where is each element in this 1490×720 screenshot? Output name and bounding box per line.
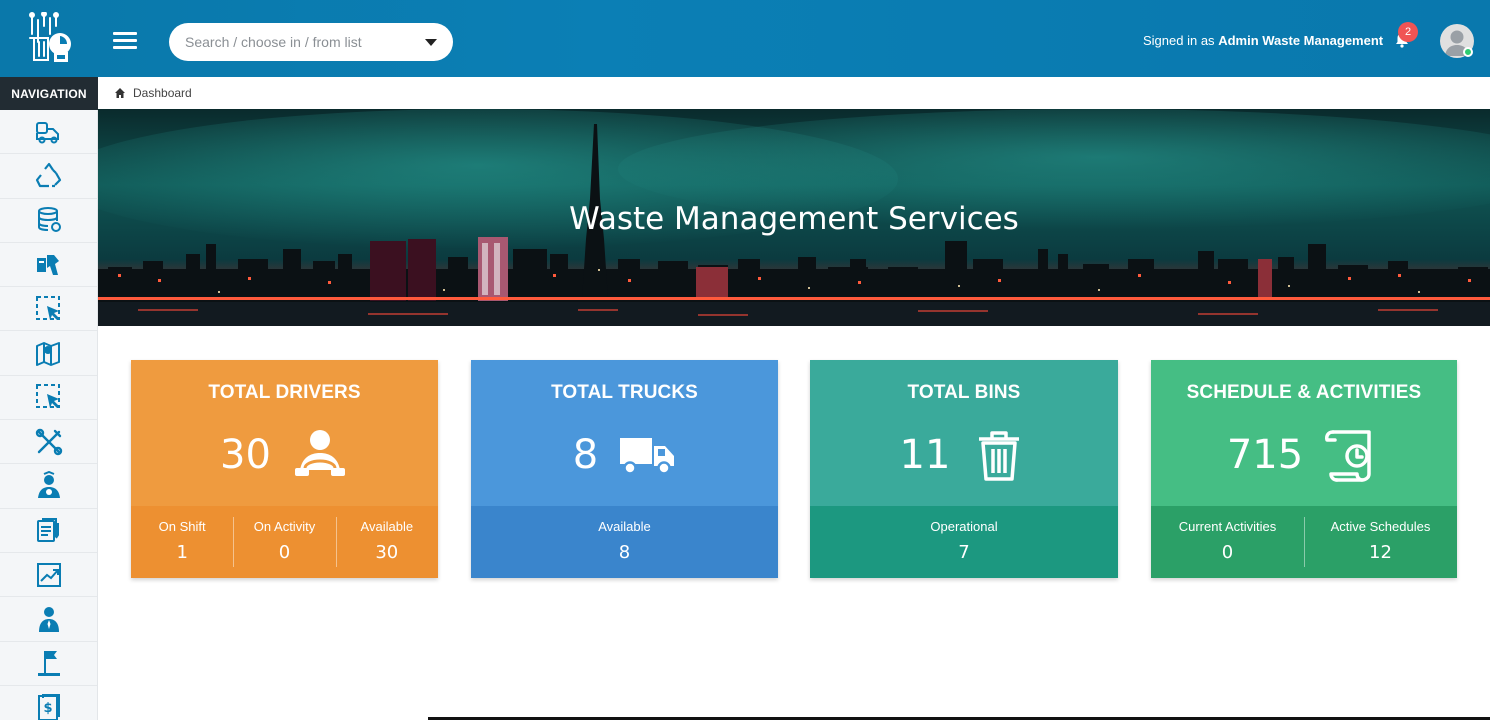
stat-value: 8: [618, 542, 631, 563]
total-drivers-card[interactable]: TOTAL DRIVERS 30 On Shift 1 On Activity …: [131, 360, 438, 578]
signed-in-text: Signed in as Admin Waste Management: [1143, 33, 1383, 48]
stat-value: 0: [278, 542, 291, 563]
sidebar-item-reports[interactable]: [0, 509, 97, 553]
stat-value: 30: [375, 542, 399, 563]
total-trucks-card[interactable]: TOTAL TRUCKS 8 Available 8: [471, 360, 778, 578]
stat-on-activity: On Activity 0: [233, 506, 335, 578]
sidebar-item-selection-2[interactable]: [0, 376, 97, 421]
chevron-down-icon[interactable]: [425, 38, 437, 46]
stat-value: 12: [1369, 542, 1392, 563]
stat-value: 0: [1221, 542, 1234, 563]
card-title: TOTAL BINS: [907, 382, 1021, 403]
total-drivers-count: 30: [220, 432, 271, 478]
stat-operational: Operational 7: [810, 506, 1118, 578]
stat-label: On Shift: [158, 519, 206, 534]
truck-bins-icon: [36, 121, 59, 144]
stat-active-schedules: Active Schedules 12: [1304, 506, 1457, 578]
selection-pointer-icon: [36, 295, 60, 320]
driver-steering-icon: [294, 430, 345, 477]
report-document-icon: [37, 518, 59, 543]
pickup-icon: [37, 254, 59, 275]
database-icon: [38, 207, 61, 233]
stat-label: Operational: [930, 519, 998, 534]
sidebar-item-locations[interactable]: [0, 642, 97, 686]
sidebar-item-tools[interactable]: [0, 420, 97, 465]
search-box[interactable]: [169, 23, 453, 61]
stat-value: 7: [958, 542, 970, 563]
schedule-activities-card[interactable]: SCHEDULE & ACTIVITIES 715 Current Activi…: [1151, 360, 1457, 578]
hero-banner: Waste Management Services: [98, 109, 1490, 326]
stat-label: Available: [598, 519, 651, 534]
stat-current-activities: Current Activities 0: [1151, 506, 1304, 578]
signed-in-prefix: Signed in as: [1143, 33, 1215, 48]
online-status-dot: [1463, 47, 1473, 57]
sidebar-item-pickup[interactable]: [0, 243, 97, 288]
sidebar: $: [0, 110, 98, 720]
notification-badge[interactable]: 2: [1398, 22, 1418, 42]
invoice-dollar-icon: $: [38, 693, 60, 720]
total-bins-card[interactable]: TOTAL BINS 11 Operational 7: [810, 360, 1118, 578]
schedule-activities-count: 715: [1226, 432, 1304, 478]
card-title: SCHEDULE & ACTIVITIES: [1186, 382, 1422, 403]
total-bins-count: 11: [899, 432, 951, 478]
stat-label: Active Schedules: [1330, 519, 1431, 534]
stat-available: Available 30: [335, 506, 438, 578]
person-icon: [39, 606, 59, 632]
chart-trend-icon: [37, 562, 61, 587]
breadcrumb: Dashboard: [98, 77, 1490, 109]
stat-label: Available: [360, 519, 414, 534]
flag-marker-icon: [38, 651, 60, 677]
stat-on-shift: On Shift 1: [131, 506, 233, 578]
banner-title: Waste Management Services: [569, 201, 1019, 237]
menu-toggle-button[interactable]: [113, 32, 137, 50]
card-title: TOTAL TRUCKS: [551, 382, 698, 403]
top-header-bar: Signed in as Admin Waste Management 2: [0, 0, 1490, 77]
trash-bin-icon: [979, 431, 1020, 481]
app-logo[interactable]: [26, 12, 74, 66]
home-icon[interactable]: [114, 87, 126, 99]
sidebar-item-database[interactable]: [0, 199, 97, 243]
sidebar-item-drivers[interactable]: [0, 464, 97, 509]
search-input[interactable]: [185, 34, 425, 50]
selection-pointer-icon-2: [36, 384, 60, 409]
sidebar-item-users[interactable]: [0, 597, 97, 642]
recycle-icon: [35, 162, 62, 188]
truck-icon: [620, 438, 675, 475]
sidebar-item-map[interactable]: [0, 331, 97, 376]
stat-value: 1: [176, 542, 188, 563]
tools-icon: [35, 428, 63, 455]
stat-label: Current Activities: [1178, 519, 1277, 534]
navigation-title: NAVIGATION: [0, 77, 98, 110]
svg-text:$: $: [43, 701, 52, 716]
signed-in-user: Admin Waste Management: [1218, 33, 1384, 48]
sidebar-item-billing[interactable]: $: [0, 686, 97, 720]
sidebar-item-trucks[interactable]: [0, 110, 97, 155]
stat-label: On Activity: [253, 519, 316, 534]
stat-available: Available 8: [471, 506, 778, 578]
sidebar-item-recycle[interactable]: [0, 154, 97, 199]
total-trucks-count: 8: [572, 432, 599, 478]
scroll-clock-icon: [1325, 430, 1371, 482]
sidebar-item-analytics[interactable]: [0, 553, 97, 598]
sidebar-item-selection[interactable]: [0, 287, 97, 332]
card-title: TOTAL DRIVERS: [208, 382, 361, 403]
breadcrumb-dashboard[interactable]: Dashboard: [133, 86, 192, 100]
driver-user-icon: [38, 471, 60, 499]
map-pin-icon: [36, 342, 60, 367]
